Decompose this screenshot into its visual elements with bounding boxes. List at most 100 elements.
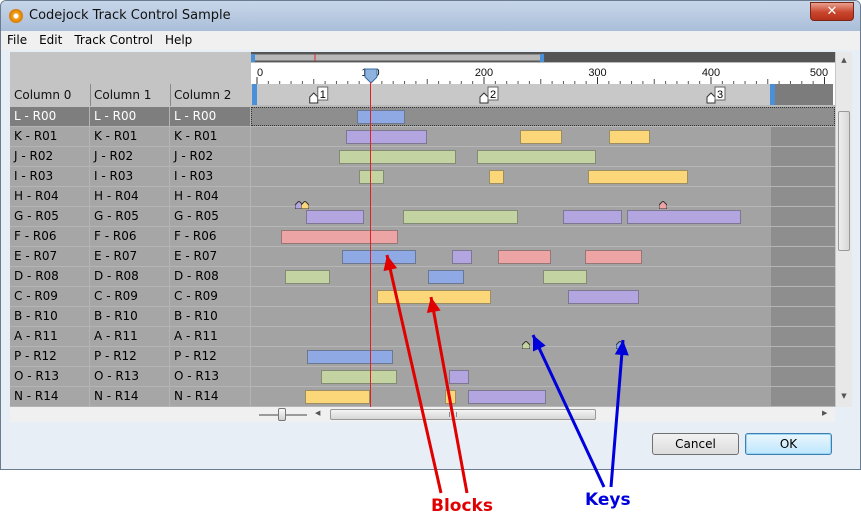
ok-button[interactable]: OK bbox=[745, 433, 832, 455]
track-block[interactable] bbox=[403, 210, 519, 224]
track-block[interactable] bbox=[452, 250, 472, 264]
selected-row-track bbox=[251, 107, 835, 126]
track-block[interactable] bbox=[356, 110, 405, 124]
work-area-end-handle[interactable] bbox=[770, 84, 775, 105]
column-header-0[interactable]: Column 0 bbox=[14, 88, 71, 102]
track-block[interactable] bbox=[627, 210, 741, 224]
overview-left-handle[interactable] bbox=[251, 54, 255, 62]
track-block[interactable] bbox=[280, 230, 398, 244]
ruler[interactable] bbox=[251, 63, 835, 84]
track-block[interactable] bbox=[428, 270, 464, 284]
row-cell-col-0: G - R05 bbox=[10, 207, 90, 227]
track-rows: L - R00 L - R00 L - R00 K - R01 K - R01 K - R… bbox=[10, 107, 835, 407]
row-cell-col-0: F - R06 bbox=[10, 227, 90, 247]
track-block[interactable] bbox=[468, 390, 547, 404]
timeline-header: 0100200300400500 123 bbox=[251, 52, 835, 107]
row-cell-col-2: E - R07 bbox=[170, 247, 251, 267]
table-row[interactable]: H - R04 H - R04 H - R04 bbox=[10, 187, 251, 207]
overview-right-handle[interactable] bbox=[540, 54, 544, 62]
track-key[interactable] bbox=[658, 194, 668, 210]
marker-band[interactable] bbox=[251, 84, 835, 105]
table-row[interactable]: C - R09 C - R09 C - R09 bbox=[10, 287, 251, 307]
track-block[interactable] bbox=[588, 170, 689, 184]
scroll-right-arrow[interactable]: ▶ bbox=[822, 409, 827, 417]
keys-annotation-label: Keys bbox=[585, 490, 631, 510]
row-cell-col-2: B - R10 bbox=[170, 307, 251, 327]
track-block[interactable] bbox=[305, 210, 364, 224]
scroll-up-arrow[interactable]: ▲ bbox=[836, 56, 852, 64]
track-block[interactable] bbox=[567, 290, 640, 304]
table-row[interactable]: K - R01 K - R01 K - R01 bbox=[10, 127, 251, 147]
table-row[interactable]: F - R06 F - R06 F - R06 bbox=[10, 227, 251, 247]
table-row[interactable]: E - R07 E - R07 E - R07 bbox=[10, 247, 251, 267]
track-block[interactable] bbox=[304, 390, 371, 404]
menu-file[interactable]: File bbox=[1, 31, 33, 47]
row-cell-col-2: J - R02 bbox=[170, 147, 251, 167]
table-row[interactable]: P - R12 P - R12 P - R12 bbox=[10, 347, 251, 367]
track-key[interactable] bbox=[300, 194, 310, 210]
row-cell-col-0: K - R01 bbox=[10, 127, 90, 147]
cancel-button[interactable]: Cancel bbox=[652, 433, 739, 455]
zoom-slider-thumb[interactable] bbox=[278, 408, 286, 421]
work-area-start-handle[interactable] bbox=[252, 84, 257, 105]
track-block[interactable] bbox=[285, 270, 330, 284]
vertical-scroll-thumb[interactable] bbox=[838, 111, 850, 251]
track-block[interactable] bbox=[359, 170, 385, 184]
row-cell-col-1: G - R05 bbox=[90, 207, 170, 227]
row-cell-col-2: H - R04 bbox=[170, 187, 251, 207]
track-block[interactable] bbox=[377, 290, 491, 304]
track-block[interactable] bbox=[497, 250, 551, 264]
table-row[interactable]: N - R14 N - R14 N - R14 bbox=[10, 387, 251, 407]
track-block[interactable] bbox=[345, 130, 428, 144]
table-row[interactable]: O - R13 O - R13 O - R13 bbox=[10, 367, 251, 387]
zoom-slider[interactable] bbox=[259, 407, 307, 422]
row-cell-col-2: K - R01 bbox=[170, 127, 251, 147]
menu-help[interactable]: Help bbox=[159, 31, 198, 47]
track-block[interactable] bbox=[563, 210, 623, 224]
column-header-1[interactable]: Column 1 bbox=[94, 88, 151, 102]
close-button[interactable]: ✕ bbox=[810, 2, 854, 21]
table-row[interactable]: J - R02 J - R02 J - R02 bbox=[10, 147, 251, 167]
row-cell-col-1: K - R01 bbox=[90, 127, 170, 147]
ruler-tick-label: 200 bbox=[475, 67, 493, 79]
row-cell-col-0: I - R03 bbox=[10, 167, 90, 187]
table-row[interactable]: D - R08 D - R08 D - R08 bbox=[10, 267, 251, 287]
horizontal-scroll-thumb[interactable] bbox=[330, 409, 596, 420]
column-header-2[interactable]: Column 2 bbox=[174, 88, 231, 102]
window-title: Codejock Track Control Sample bbox=[29, 8, 231, 23]
menu-track-control[interactable]: Track Control bbox=[68, 31, 159, 47]
row-cell-col-0: L - R00 bbox=[10, 107, 90, 127]
table-row[interactable]: B - R10 B - R10 B - R10 bbox=[10, 307, 251, 327]
vertical-scrollbar[interactable]: ▲ ▼ bbox=[835, 52, 852, 407]
table-row[interactable]: A - R11 A - R11 A - R11 bbox=[10, 327, 251, 347]
title-bar[interactable]: Codejock Track Control Sample ✕ bbox=[1, 1, 860, 31]
scroll-down-arrow[interactable]: ▼ bbox=[836, 392, 852, 400]
menu-bar: File Edit Track Control Help bbox=[1, 31, 860, 50]
track-block[interactable] bbox=[342, 250, 416, 264]
track-block[interactable] bbox=[488, 170, 505, 184]
overview-viewport[interactable] bbox=[251, 53, 545, 62]
track-key[interactable] bbox=[615, 334, 625, 350]
track-block[interactable] bbox=[306, 350, 394, 364]
row-cell-col-1: B - R10 bbox=[90, 307, 170, 327]
track-block[interactable] bbox=[520, 130, 563, 144]
row-cell-col-0: J - R02 bbox=[10, 147, 90, 167]
row-cell-col-1: L - R00 bbox=[90, 107, 170, 127]
track-block[interactable] bbox=[320, 370, 397, 384]
track-block[interactable] bbox=[585, 250, 642, 264]
track-block[interactable] bbox=[608, 130, 650, 144]
track-block[interactable] bbox=[543, 270, 588, 284]
track-block[interactable] bbox=[477, 150, 597, 164]
track-block[interactable] bbox=[338, 150, 456, 164]
table-row[interactable]: I - R03 I - R03 I - R03 bbox=[10, 167, 251, 187]
scroll-left-arrow[interactable]: ◀ bbox=[315, 409, 320, 417]
table-row[interactable]: L - R00 L - R00 L - R00 bbox=[10, 107, 251, 127]
track-key[interactable] bbox=[521, 334, 531, 350]
row-cell-col-2: I - R03 bbox=[170, 167, 251, 187]
menu-edit[interactable]: Edit bbox=[33, 31, 68, 47]
ruler-tick-label: 300 bbox=[588, 67, 606, 79]
table-row[interactable]: G - R05 G - R05 G - R05 bbox=[10, 207, 251, 227]
track-block[interactable] bbox=[445, 390, 456, 404]
track-block[interactable] bbox=[448, 370, 470, 384]
row-cell-col-2: O - R13 bbox=[170, 367, 251, 387]
